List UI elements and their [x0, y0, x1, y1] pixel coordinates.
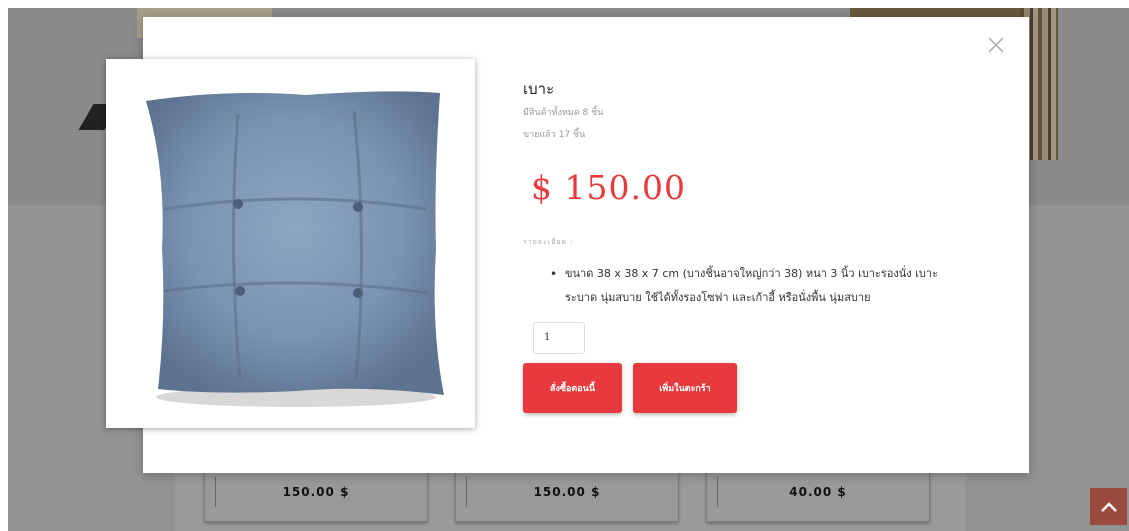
scroll-to-top-button[interactable] [1090, 488, 1127, 525]
product-price: $ 150.00 [531, 168, 686, 207]
product-image [106, 59, 475, 428]
description-text: ขนาด 38 x 38 x 7 cm (บางชิ้นอาจใหญ่กว่า … [565, 267, 938, 304]
card-price: 150.00 $ [533, 485, 601, 499]
add-to-cart-button[interactable]: เพิ่มในตะกร้า [633, 363, 737, 413]
close-icon [988, 37, 1004, 53]
card-price: 40.00 $ [789, 485, 847, 499]
background-product-card: 150.00 $ [204, 470, 428, 522]
product-description: • ขนาด 38 x 38 x 7 cm (บางชิ้นอาจใหญ่กว่… [550, 262, 970, 310]
background-product-card: 150.00 $ [455, 470, 679, 522]
buy-now-button[interactable]: สั่งซื้อตอนนี้ [523, 363, 622, 413]
card-price: 150.00 $ [282, 485, 350, 499]
bullet-icon: • [550, 267, 558, 281]
cushion-image [106, 59, 475, 428]
background-top-strip [0, 0, 1129, 8]
chevron-up-icon [1100, 501, 1117, 512]
background-product-card: 40.00 $ [706, 470, 930, 522]
background-left-margin [0, 0, 8, 531]
close-button[interactable] [986, 35, 1006, 55]
product-title: เบาะ [523, 80, 555, 98]
details-label: รายละเอียด : [523, 238, 574, 246]
stock-count: มีสินค้าทั้งหมด 8 ชิ้น [523, 108, 604, 118]
quantity-input[interactable]: 1 [533, 322, 585, 354]
sold-count: ขายแล้ว 17 ชิ้น [523, 130, 586, 140]
